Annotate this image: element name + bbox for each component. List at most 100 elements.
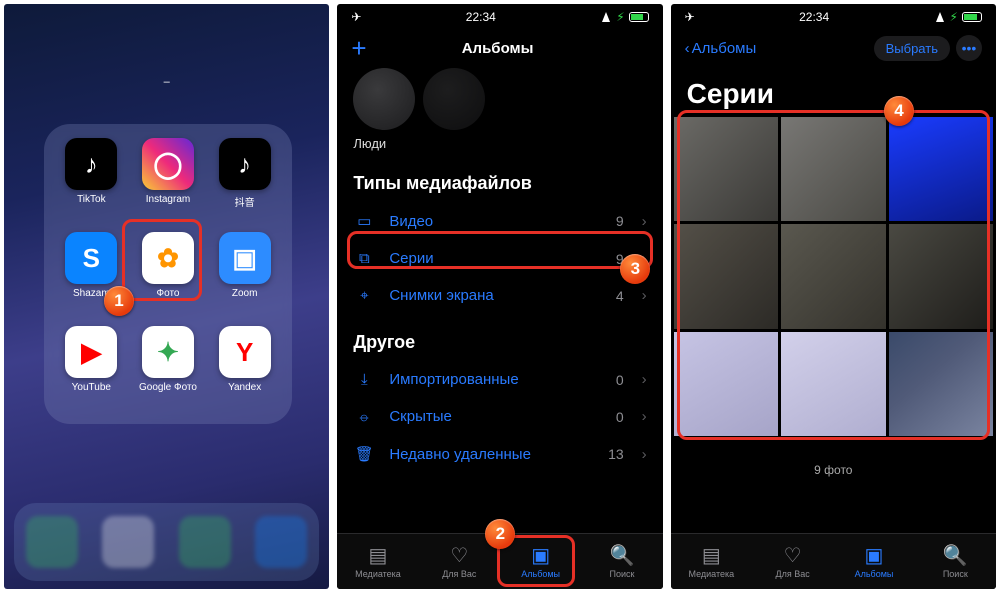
row-icon: ⦵: [353, 408, 375, 425]
tab-медиатека[interactable]: ▤Медиатека: [337, 534, 418, 589]
app-label: TikTok: [77, 194, 106, 205]
other-row-скрытые[interactable]: ⦵Скрытые0›: [337, 398, 662, 435]
tab-label: Для Вас: [776, 569, 810, 579]
row-count: 0: [616, 372, 624, 388]
airplane-icon: ✈︎: [685, 10, 695, 24]
tab-label: Альбомы: [521, 569, 560, 579]
tab-label: Медиатека: [688, 569, 734, 579]
album-title: Серии: [671, 68, 996, 114]
tab-медиатека[interactable]: ▤Медиатека: [671, 534, 752, 589]
dock-app[interactable]: [179, 516, 231, 568]
tab-label: Поиск: [610, 569, 635, 579]
app-icon: ♪: [65, 138, 117, 190]
tab-альбомы[interactable]: ▣Альбомы: [833, 534, 914, 589]
people-thumbs: [337, 68, 662, 136]
homescreen-pane: – ♪TikTok◯Instagram♪抖音SShazam✿Фото▣Zoom▶…: [4, 4, 329, 589]
row-icon: ⌖: [353, 287, 375, 304]
app-folder[interactable]: ♪TikTok◯Instagram♪抖音SShazam✿Фото▣Zoom▶Yo…: [44, 124, 292, 424]
status-time: 22:34: [799, 10, 829, 24]
tab-bar: ▤Медиатека ♡ Для Вас ▣Альбомы 🔍 Поиск: [671, 533, 996, 589]
row-label: Импортированные: [389, 371, 602, 388]
people-thumb[interactable]: [423, 68, 485, 130]
tab-для-вас[interactable]: ♡ Для Вас: [752, 534, 833, 589]
app-youtube[interactable]: ▶YouTube: [54, 326, 129, 418]
chevron-right-icon: ›: [642, 371, 647, 388]
row-count: 4: [616, 288, 624, 304]
row-label: Скрытые: [389, 408, 602, 425]
airplane-icon: ✈︎: [351, 10, 361, 24]
app-tiktok[interactable]: ♪ TikTok: [54, 138, 129, 230]
dock-app[interactable]: [255, 516, 307, 568]
tab-icon: ♡: [784, 545, 802, 567]
tab-label: Для Вас: [442, 569, 476, 579]
photo-thumb[interactable]: [781, 332, 885, 436]
photo-thumb[interactable]: [781, 224, 885, 328]
folder-title: –: [4, 76, 329, 88]
app-фото[interactable]: ✿ Фото: [131, 232, 206, 324]
more-button[interactable]: •••: [956, 35, 982, 61]
nav-bar: + Альбомы: [337, 28, 662, 68]
app-icon: S: [65, 232, 117, 284]
tab-поиск[interactable]: 🔍Поиск: [581, 534, 662, 589]
app-label: Zoom: [232, 288, 258, 299]
app-instagram[interactable]: ◯Instagram: [131, 138, 206, 230]
nav-title: Альбомы: [462, 40, 534, 57]
app-label: Фото: [157, 288, 180, 299]
dock-app[interactable]: [102, 516, 154, 568]
album-detail-pane: ✈︎ 22:34 ⚡︎ ‹ Альбомы Выбрать ••• Серии …: [671, 4, 996, 589]
app-label: YouTube: [72, 382, 111, 393]
back-button[interactable]: ‹ Альбомы: [685, 40, 757, 57]
status-bar: ✈︎ 22:34 ⚡︎: [671, 4, 996, 30]
app-icon: ♪: [219, 138, 271, 190]
mediatype-row-снимки экрана[interactable]: ⌖ Снимки экрана 4 ›: [337, 277, 662, 314]
app-抖音[interactable]: ♪抖音: [207, 138, 282, 230]
row-icon: ⤓: [353, 371, 375, 388]
photo-thumb[interactable]: [889, 332, 993, 436]
row-icon: ▭: [353, 212, 375, 230]
status-right: ⚡︎: [934, 10, 982, 24]
other-row-импортированные[interactable]: ⤓ Импортированные 0 ›: [337, 361, 662, 398]
other-row-недавно удаленные[interactable]: 🗑Недавно удаленные13›: [337, 435, 662, 473]
chevron-left-icon: ‹: [685, 40, 690, 57]
tab-поиск[interactable]: 🔍 Поиск: [915, 534, 996, 589]
people-label[interactable]: Люди: [337, 136, 662, 155]
status-bar: ✈︎ 22:34 ⚡︎: [337, 4, 662, 30]
photo-thumb[interactable]: [674, 332, 778, 436]
app-icon: ✦: [142, 326, 194, 378]
step-badge-4: 4: [884, 96, 914, 126]
photo-thumb[interactable]: [674, 224, 778, 328]
mediatype-row-видео[interactable]: ▭Видео9›: [337, 202, 662, 240]
people-thumb[interactable]: [353, 68, 415, 130]
photo-thumb[interactable]: [889, 117, 993, 221]
tab-icon: ♡: [450, 545, 468, 567]
row-count: 13: [608, 446, 624, 462]
tab-icon: ▣: [865, 545, 884, 567]
row-icon: 🗑: [353, 445, 375, 463]
app-yandex[interactable]: YYandex: [207, 326, 282, 418]
app-google-фото[interactable]: ✦ Google Фото: [131, 326, 206, 418]
dock-app[interactable]: [26, 516, 78, 568]
app-icon: ✿: [142, 232, 194, 284]
photo-thumb[interactable]: [889, 224, 993, 328]
chevron-right-icon: ›: [642, 213, 647, 230]
app-label: Yandex: [228, 382, 261, 393]
mediatype-row-серии[interactable]: ⧉Серии9›: [337, 240, 662, 277]
photo-thumb[interactable]: [781, 117, 885, 221]
app-zoom[interactable]: ▣Zoom: [207, 232, 282, 324]
chevron-right-icon: ›: [642, 287, 647, 304]
row-count: 0: [616, 409, 624, 425]
photo-thumb[interactable]: [674, 117, 778, 221]
row-label: Снимки экрана: [389, 287, 602, 304]
row-label: Недавно удаленные: [389, 446, 594, 463]
tab-label: Поиск: [943, 569, 968, 579]
photo-count: 9 фото: [671, 439, 996, 501]
tab-icon: 🔍: [943, 545, 968, 567]
select-button[interactable]: Выбрать: [874, 36, 950, 61]
step-badge-1: 1: [104, 286, 134, 316]
app-label: Google Фото: [139, 382, 197, 393]
tab-label: Медиатека: [355, 569, 401, 579]
status-time: 22:34: [466, 10, 496, 24]
add-album-button[interactable]: +: [351, 33, 366, 64]
tab-icon: ▣: [531, 545, 550, 567]
row-label: Серии: [389, 250, 602, 267]
